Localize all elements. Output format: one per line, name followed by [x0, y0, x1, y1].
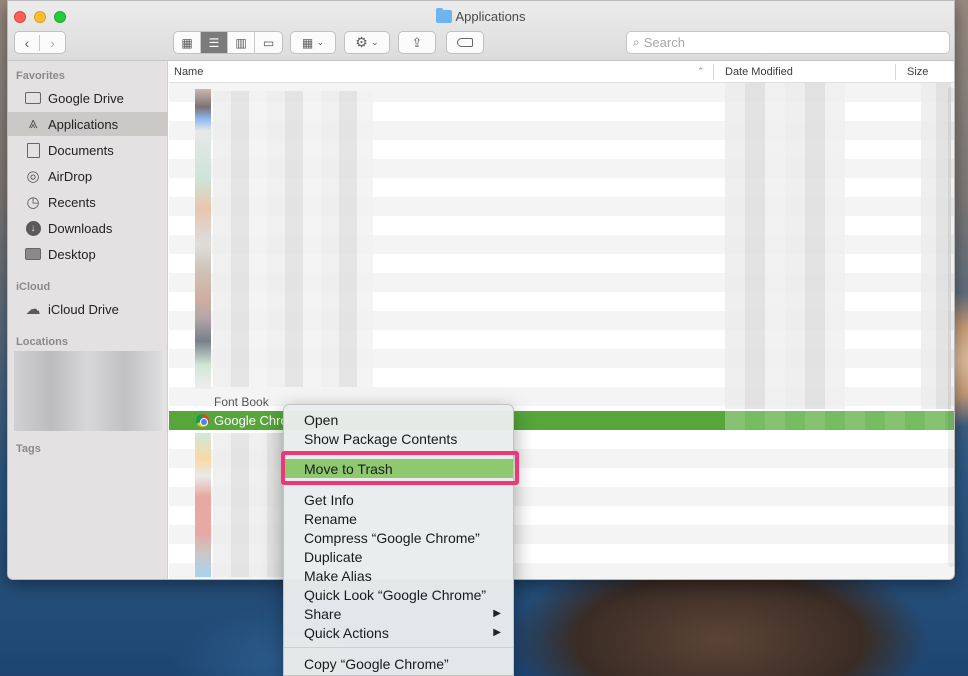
column-view-icon[interactable]: ▥ — [228, 32, 255, 53]
share-button[interactable]: ⇪ — [398, 31, 436, 54]
menu-item-show-package-contents[interactable]: Show Package Contents — [284, 429, 513, 448]
menu-item-open[interactable]: Open — [284, 410, 513, 429]
redacted-icons-lower — [195, 433, 211, 577]
menu-item-share[interactable]: Share ▶ — [284, 604, 513, 623]
column-date-modified[interactable]: Date Modified — [725, 66, 793, 78]
menu-item-duplicate[interactable]: Duplicate — [284, 547, 513, 566]
menu-item-get-info[interactable]: Get Info — [284, 490, 513, 509]
folder-icon — [24, 90, 42, 106]
grid-icon: ▦ — [301, 35, 314, 50]
submenu-arrow-icon: ▶ — [493, 627, 501, 638]
scrollbar[interactable] — [948, 87, 954, 567]
redacted-dates — [725, 83, 845, 409]
column-header: Name ⌃ Date Modified Size — [169, 61, 954, 83]
share-icon: ⇪ — [411, 34, 423, 50]
favorites-header: Favorites — [16, 70, 65, 82]
redacted-names-lower — [213, 433, 283, 577]
context-menu: Open Show Package Contents Move to Trash… — [283, 404, 514, 676]
column-size[interactable]: Size — [907, 66, 928, 78]
redacted-selected-details — [725, 411, 954, 430]
search-input[interactable] — [643, 35, 924, 50]
sidebar-item-downloads[interactable]: ↓ Downloads — [8, 216, 168, 240]
menu-item-quick-actions[interactable]: Quick Actions ▶ — [284, 623, 513, 642]
sort-ascending-icon: ⌃ — [697, 66, 705, 76]
partial-row-label: Font Book — [214, 395, 269, 409]
redacted-names — [213, 91, 373, 387]
sidebar-item-applications[interactable]: ⩓ Applications — [8, 112, 168, 136]
sidebar-item-google-drive[interactable]: Google Drive — [8, 86, 168, 110]
submenu-arrow-icon: ▶ — [493, 608, 501, 619]
window-title: Applications — [8, 8, 954, 24]
title-bar: Applications ‹ › ▦ ☰ ▥ ▭ ▦ ⌄ ⚙ ⌄ ⇪ ⌕ — [8, 1, 954, 61]
menu-item-copy[interactable]: Copy “Google Chrome” — [284, 654, 513, 673]
back-button[interactable]: ‹ — [15, 34, 41, 51]
applications-icon: ⩓ — [28, 115, 38, 132]
tags-button[interactable] — [446, 31, 484, 54]
tags-header: Tags — [16, 443, 41, 455]
cloud-icon: ☁ — [25, 301, 41, 318]
applications-folder-icon — [436, 8, 453, 23]
download-icon: ↓ — [24, 220, 42, 236]
redacted-sizes — [921, 83, 951, 409]
sidebar: Favorites Google Drive ⩓ Applications Do… — [8, 61, 168, 579]
forward-button[interactable]: › — [40, 35, 65, 51]
action-button[interactable]: ⚙ ⌄ — [344, 31, 390, 54]
chevron-down-icon: ⌄ — [316, 37, 325, 47]
sidebar-item-desktop[interactable]: Desktop — [8, 242, 168, 266]
sidebar-item-icloud-drive[interactable]: ☁ iCloud Drive — [8, 297, 168, 321]
search-icon: ⌕ — [633, 35, 640, 49]
desktop-icon — [24, 246, 42, 262]
redacted-locations — [14, 351, 162, 431]
group-by-button[interactable]: ▦ ⌄ — [290, 31, 336, 54]
menu-item-move-to-trash[interactable]: Move to Trash — [284, 459, 513, 478]
icloud-header: iCloud — [16, 281, 51, 293]
back-forward-control: ‹ › — [14, 31, 66, 54]
chrome-icon — [196, 414, 209, 427]
gear-icon: ⚙ — [355, 34, 368, 50]
menu-item-rename[interactable]: Rename — [284, 509, 513, 528]
selected-row-label: Google Chro — [214, 413, 288, 428]
list-view-icon[interactable]: ☰ — [201, 32, 228, 53]
sidebar-item-documents[interactable]: Documents — [8, 138, 168, 162]
document-icon — [24, 142, 42, 158]
view-mode-control: ▦ ☰ ▥ ▭ — [173, 31, 283, 54]
column-divider — [713, 64, 714, 80]
menu-separator — [284, 647, 513, 648]
chevron-down-icon: ⌄ — [371, 37, 379, 47]
menu-item-quick-look[interactable]: Quick Look “Google Chrome” — [284, 585, 513, 604]
sidebar-item-airdrop[interactable]: ◎ AirDrop — [8, 164, 168, 188]
search-field[interactable]: ⌕ — [626, 31, 950, 54]
clock-icon: ◷ — [26, 194, 40, 211]
sidebar-item-recents[interactable]: ◷ Recents — [8, 190, 168, 214]
column-divider — [895, 64, 896, 80]
menu-separator — [284, 452, 513, 453]
menu-item-make-alias[interactable]: Make Alias — [284, 566, 513, 585]
gallery-view-icon[interactable]: ▭ — [255, 32, 282, 53]
column-name[interactable]: Name — [174, 66, 203, 78]
icon-view-icon[interactable]: ▦ — [174, 32, 201, 53]
airdrop-icon: ◎ — [26, 168, 40, 185]
menu-separator — [284, 483, 513, 484]
tag-icon — [457, 38, 473, 47]
menu-item-compress[interactable]: Compress “Google Chrome” — [284, 528, 513, 547]
redacted-icons — [195, 89, 211, 389]
locations-header: Locations — [16, 336, 68, 348]
